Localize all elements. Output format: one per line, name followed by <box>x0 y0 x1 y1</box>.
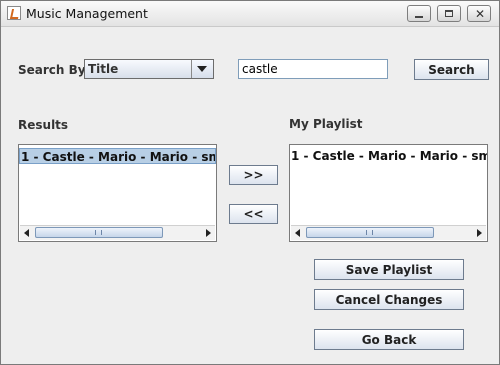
scroll-left-icon[interactable] <box>20 226 34 240</box>
search-input[interactable] <box>238 59 388 79</box>
playlist-list-item[interactable]: 1 - Castle - Mario - Mario - smb - ga <box>290 148 487 164</box>
maximize-icon <box>445 10 453 17</box>
scrollbar-thumb[interactable] <box>35 227 163 238</box>
scroll-right-icon[interactable] <box>472 226 486 240</box>
java-app-icon <box>7 6 21 20</box>
results-list-item[interactable]: 1 - Castle - Mario - Mario - smb - ga <box>19 148 216 164</box>
search-field-dropdown[interactable]: Title <box>84 59 214 79</box>
minimize-icon <box>415 16 423 18</box>
cancel-changes-button[interactable]: Cancel Changes <box>314 289 464 310</box>
playlist-hscrollbar[interactable] <box>291 225 486 240</box>
results-label: Results <box>18 118 69 132</box>
add-to-playlist-button[interactable]: >> <box>229 165 278 185</box>
search-button[interactable]: Search <box>414 59 489 80</box>
close-button[interactable]: ✕ <box>467 5 491 22</box>
scroll-left-icon[interactable] <box>291 226 305 240</box>
results-hscrollbar[interactable] <box>20 225 215 240</box>
save-playlist-button[interactable]: Save Playlist <box>314 259 464 280</box>
window-title: Music Management <box>26 6 148 21</box>
search-field-value: Title <box>88 62 119 76</box>
close-icon: ✕ <box>474 7 486 21</box>
results-list[interactable]: 1 - Castle - Mario - Mario - smb - ga <box>18 144 217 242</box>
maximize-button[interactable] <box>437 5 461 22</box>
scroll-right-icon[interactable] <box>201 226 215 240</box>
playlist-label: My Playlist <box>289 117 363 131</box>
go-back-button[interactable]: Go Back <box>314 329 464 350</box>
app-window: Music Management ✕ Search By Title Searc… <box>0 0 500 365</box>
search-by-label: Search By <box>18 63 86 77</box>
chevron-down-icon[interactable] <box>191 60 213 78</box>
playlist-list[interactable]: 1 - Castle - Mario - Mario - smb - ga <box>289 144 488 242</box>
scrollbar-thumb[interactable] <box>306 227 434 238</box>
remove-from-playlist-button[interactable]: << <box>229 204 278 224</box>
minimize-button[interactable] <box>407 5 431 22</box>
title-bar: Music Management ✕ <box>1 1 499 27</box>
